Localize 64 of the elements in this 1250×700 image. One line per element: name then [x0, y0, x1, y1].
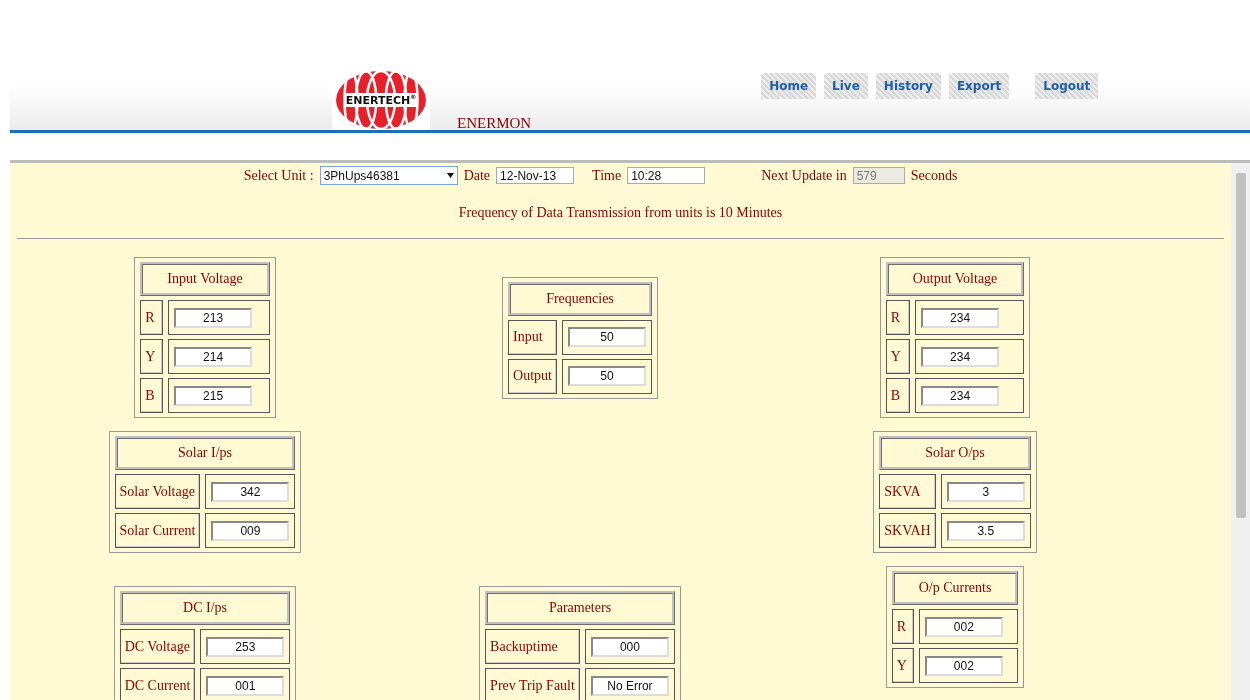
info-note: Frequency of Data Transmission from units is 10 Minutes	[457, 205, 784, 221]
value-field[interactable]: 3	[946, 481, 1025, 502]
row-label: R	[140, 300, 164, 335]
nav-tab[interactable]: History	[875, 73, 941, 99]
value-field[interactable]: No Error	[590, 675, 669, 696]
seconds-label: Seconds	[910, 167, 958, 184]
value-field[interactable]: 001	[206, 675, 285, 696]
row-label: Solar Current	[114, 513, 201, 548]
value-field[interactable]: 50	[567, 327, 646, 347]
value-field[interactable]: 234	[921, 385, 1000, 406]
value-field[interactable]: 253	[206, 636, 285, 657]
value-field[interactable]: 215	[174, 385, 253, 406]
row-label: DC Current	[119, 668, 196, 700]
value-field[interactable]: 213	[174, 307, 253, 328]
date-label: Date	[463, 167, 491, 184]
row-label: Y	[891, 648, 914, 683]
unit-select[interactable]: 3PhUps46381	[319, 166, 458, 185]
unit-label: Select Unit :	[243, 167, 314, 184]
value-field[interactable]: 000	[590, 636, 669, 657]
value-field[interactable]: 009	[211, 520, 290, 541]
panel-title: Solar O/ps	[879, 436, 1031, 470]
value-field[interactable]: 234	[921, 346, 1000, 367]
row-label: Prev Trip Fault	[485, 668, 580, 700]
row-label: SKVAH	[879, 513, 936, 548]
row-label: Y	[885, 339, 911, 374]
panel-title: Input Voltage	[140, 262, 270, 296]
value-field[interactable]: 342	[211, 481, 290, 502]
row-label: Y	[140, 339, 164, 374]
scrollbar[interactable]	[1231, 160, 1250, 700]
time-label: Time	[592, 167, 622, 184]
value-field[interactable]: 214	[174, 346, 253, 367]
nav-tab[interactable]: Home	[761, 73, 817, 99]
panel-title: O/p Currents	[891, 571, 1019, 605]
row-label: B	[885, 378, 911, 413]
update-label: Next Update in	[761, 167, 847, 184]
row-label: SKVA	[879, 474, 936, 509]
panel-title: DC I/ps	[119, 591, 291, 625]
row-label: Solar Voltage	[114, 474, 201, 509]
row-label: B	[140, 378, 164, 413]
value-field[interactable]: 3.5	[946, 520, 1025, 541]
panel-title: Solar I/ps	[114, 436, 296, 470]
scroll-thumb[interactable]	[1235, 173, 1246, 518]
row-label: Input	[508, 319, 557, 355]
nav-tab[interactable]: Export	[948, 73, 1010, 99]
app-name: ENERMON	[457, 115, 532, 132]
caret-icon	[446, 173, 454, 178]
countdown-field[interactable]: 579	[852, 167, 905, 184]
logo-text: ENERTECH$^{®}$	[344, 93, 418, 107]
row-label: R	[891, 609, 914, 644]
panel-title: Parameters	[485, 591, 675, 625]
value-field[interactable]: 234	[921, 307, 1000, 328]
nav-tab[interactable]: Logout	[1035, 73, 1099, 99]
row-label: Backuptime	[485, 629, 580, 664]
value-field[interactable]: 002	[924, 616, 1003, 637]
value-field[interactable]: 002	[924, 655, 1003, 676]
row-label: R	[885, 300, 911, 335]
nav-tab[interactable]: Live	[824, 73, 868, 99]
panel-title: Output Voltage	[885, 262, 1025, 296]
row-label: DC Voltage	[119, 629, 196, 664]
row-label: Output	[508, 358, 557, 394]
value-field[interactable]: 50	[567, 366, 646, 386]
date-field[interactable]: 12-Nov-13	[496, 167, 575, 184]
time-field[interactable]: 10:28	[627, 167, 706, 184]
panel-title: Frequencies	[508, 281, 652, 316]
